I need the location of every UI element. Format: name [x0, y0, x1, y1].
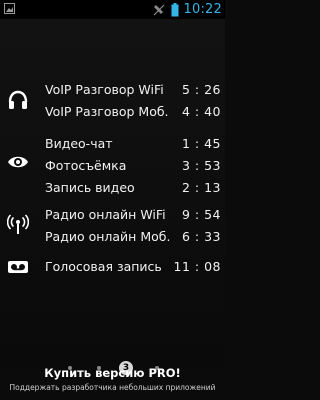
radio-antenna-icon [7, 214, 29, 234]
item-value: 4 : 40 [181, 104, 221, 119]
item-value: 3 : 53 [181, 158, 221, 173]
image-notification-icon [4, 3, 15, 14]
item-label: Запись видео [45, 180, 135, 195]
item-value: 5 : 26 [181, 82, 221, 97]
buy-pro-subtitle: Поддержать разработчика небольших прилож… [9, 383, 216, 392]
eye-icon [8, 156, 28, 168]
item-label: Радио онлайн WiFi [45, 207, 166, 222]
status-bar: 10:22 [0, 0, 225, 19]
item-value: 1 : 45 [181, 136, 221, 151]
item-value: 9 : 54 [181, 207, 221, 222]
item-value: 6 : 33 [181, 229, 221, 244]
list-item[interactable]: VoIP Разговор Моб. 4 : 40 [45, 101, 221, 123]
battery-icon [171, 2, 179, 16]
list-item[interactable]: Радио онлайн WiFi 9 : 54 [45, 204, 221, 226]
buy-pro-title: Купить версию PRO! [44, 366, 181, 380]
list-item[interactable]: VoIP Разговор WiFi 5 : 26 [45, 79, 221, 101]
no-signal-icon [153, 4, 164, 15]
list-item[interactable]: Видео-чат 1 : 45 [45, 133, 221, 155]
list-item[interactable]: Запись видео 2 : 13 [45, 177, 221, 199]
stats-panel: VoIP Разговор WiFi 5 : 26 VoIP Разговор … [0, 19, 225, 375]
list-item[interactable]: Голосовая запись 11 : 08 [45, 256, 221, 278]
status-time: 10:22 [183, 2, 222, 17]
item-label: Фотосъёмка [45, 158, 127, 173]
item-value: 2 : 13 [181, 180, 221, 195]
item-label: Голосовая запись [45, 259, 162, 274]
list-item[interactable]: Фотосъёмка 3 : 53 [45, 155, 221, 177]
item-label: VoIP Разговор Моб. [45, 104, 169, 119]
item-value: 11 : 08 [173, 259, 221, 274]
list-item[interactable]: Радио онлайн Моб. 6 : 33 [45, 226, 221, 248]
item-label: Радио онлайн Моб. [45, 229, 171, 244]
item-label: VoIP Разговор WiFi [45, 82, 164, 97]
item-label: Видео-чат [45, 136, 113, 151]
buy-pro-banner[interactable]: Купить версию PRO! Поддержать разработчи… [0, 364, 225, 400]
headset-icon [8, 90, 28, 109]
voicemail-icon [8, 261, 28, 273]
